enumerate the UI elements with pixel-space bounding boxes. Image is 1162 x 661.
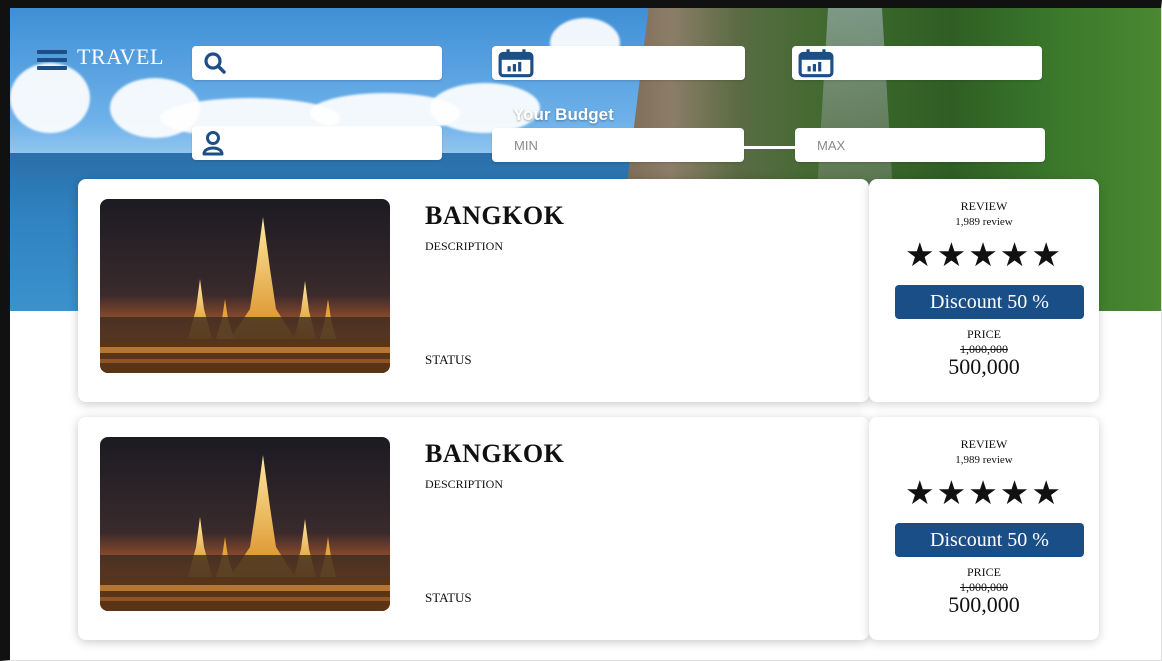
discount-badge[interactable]: Discount 50 %: [895, 523, 1084, 557]
budget-max-placeholder: MAX: [817, 138, 846, 153]
search-input[interactable]: [192, 46, 442, 80]
listing-description: DESCRIPTION: [425, 239, 504, 253]
cloud: [10, 63, 90, 133]
budget-label: Your Budget: [513, 105, 614, 124]
listing-status: STATUS: [425, 590, 472, 605]
review-count[interactable]: 1,989 review: [889, 454, 1079, 466]
checkout-date-input[interactable]: [792, 46, 1042, 80]
listing-city: BANGKOK: [425, 201, 565, 230]
calendar-icon: [498, 49, 534, 78]
temple-image: [100, 199, 390, 373]
discounted-price: 500,000: [948, 354, 1020, 379]
listing-pricing-panel: REVIEW 1,989 review ★★★★★ Discount 50 % …: [869, 417, 1099, 640]
price-label: PRICE: [966, 327, 1001, 341]
budget-range-divider: [743, 146, 795, 149]
listing-pricing-panel: REVIEW 1,989 review ★★★★★ Discount 50 % …: [869, 179, 1099, 402]
listing-status: STATUS: [425, 352, 472, 367]
listing-card[interactable]: BANGKOK DESCRIPTION STATUS: [78, 417, 869, 640]
review-label: REVIEW: [960, 199, 1008, 213]
price-label: PRICE: [966, 565, 1001, 579]
listing-card[interactable]: BANGKOK DESCRIPTION STATUS: [78, 179, 869, 402]
listing-photo[interactable]: [100, 437, 390, 611]
rating-stars: ★★★★★: [905, 473, 1063, 512]
budget-min-input[interactable]: MIN: [492, 128, 744, 162]
listing-description: DESCRIPTION: [425, 477, 504, 491]
rating-stars: ★★★★★: [905, 235, 1063, 274]
budget-min-placeholder: MIN: [514, 138, 538, 153]
guests-input[interactable]: [192, 126, 442, 160]
review-count[interactable]: 1,989 review: [889, 216, 1079, 228]
listing-photo[interactable]: [100, 199, 390, 373]
temple-image: [100, 437, 390, 611]
review-label: REVIEW: [960, 437, 1008, 451]
discounted-price: 500,000: [948, 592, 1020, 617]
user-icon: [202, 131, 224, 156]
hamburger-menu-icon[interactable]: [37, 50, 67, 70]
checkin-date-input[interactable]: [492, 46, 745, 80]
discount-badge[interactable]: Discount 50 %: [895, 285, 1084, 319]
app-frame: TRAVEL Your Budget MIN MAX BANGKOK DESCR…: [0, 0, 1162, 661]
listing-city: BANGKOK: [425, 439, 565, 468]
brand-title: TRAVEL: [77, 44, 164, 69]
budget-max-input[interactable]: MAX: [795, 128, 1045, 162]
calendar-icon: [798, 49, 834, 78]
search-icon: [204, 52, 226, 74]
